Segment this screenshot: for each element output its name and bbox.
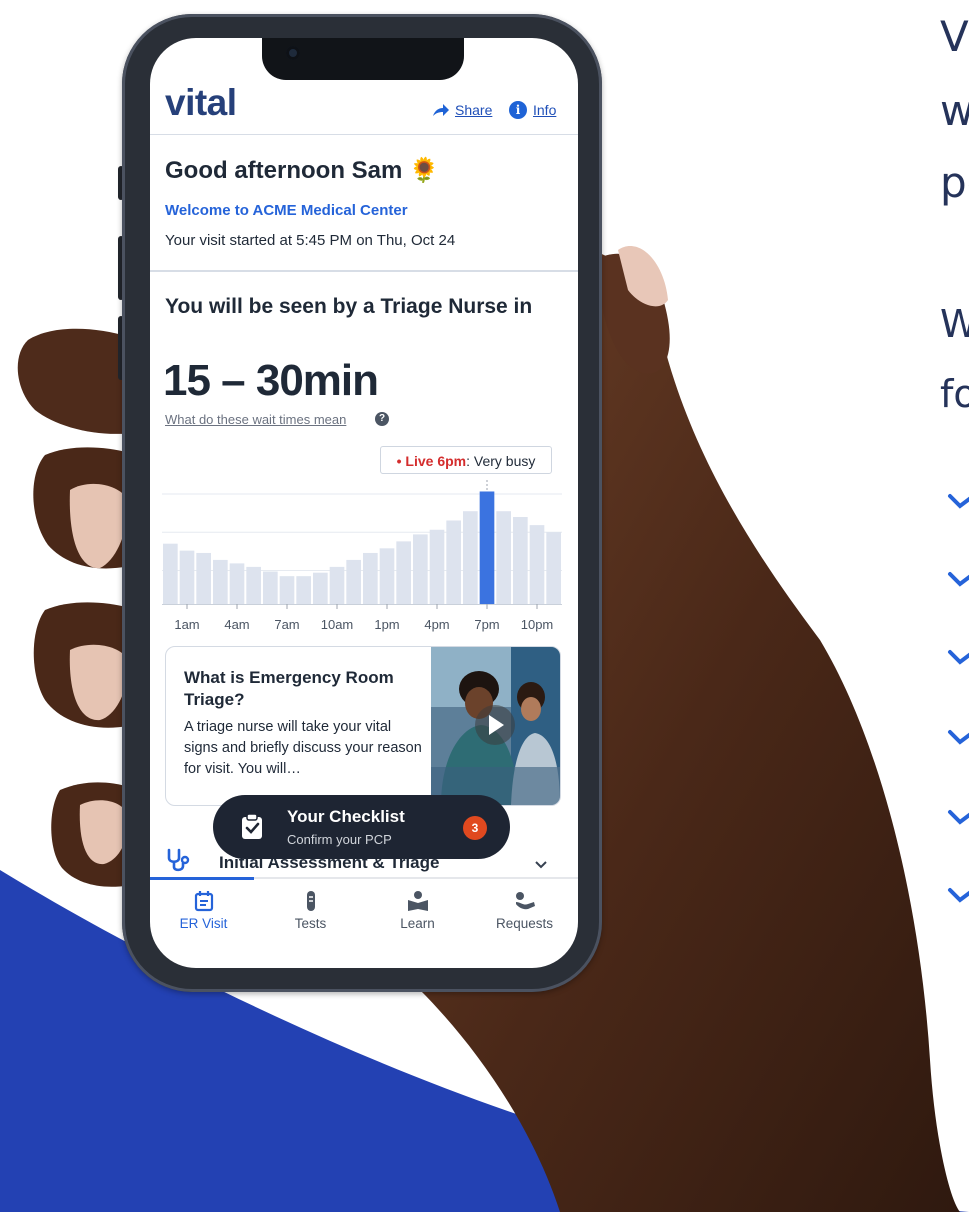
test-tube-icon — [306, 891, 315, 911]
chart-bar — [163, 543, 178, 604]
wait-heading: You will be seen by a Triage Nurse in — [165, 295, 533, 318]
phone-screen: vital Share i Info Good afternoon Sam 🌻 … — [150, 38, 578, 968]
info-icon[interactable]: i — [509, 101, 527, 119]
chart-bar — [246, 566, 261, 604]
clipboard-check-icon — [242, 813, 262, 839]
app-logo: vital — [165, 82, 237, 123]
busy-times-chart: 1am 4am 7am 10am 1pm 4pm 7pm 10pm — [162, 478, 562, 632]
calendar-icon — [194, 891, 213, 912]
reclining-person-icon — [515, 892, 535, 910]
chart-bar — [363, 552, 378, 604]
chart-bar — [413, 534, 428, 604]
chart-tick-label: 4am — [224, 617, 249, 632]
tab-label: ER Visit — [179, 916, 228, 931]
share-icon[interactable] — [432, 102, 450, 118]
chart-tick-label: 1pm — [374, 617, 399, 632]
chart-tick-label: 1am — [174, 617, 199, 632]
chart-bar — [429, 529, 445, 604]
chart-bar — [546, 532, 561, 604]
chart-tick-label: 10pm — [521, 617, 554, 632]
live-status-label: : Very busy — [466, 453, 536, 469]
welcome-text: Welcome to ACME Medical Center — [165, 202, 408, 219]
tab-requests[interactable]: Requests — [471, 884, 578, 931]
greeting-title: Good afternoon Sam 🌻 — [165, 157, 439, 184]
chart-bar — [213, 559, 228, 604]
chart-bar — [179, 550, 195, 604]
chart-bar — [396, 541, 411, 604]
tab-learn[interactable]: Learn — [364, 884, 471, 931]
wait-time-range: 15 – 30min — [163, 356, 379, 405]
book-reader-icon — [407, 891, 428, 911]
chart-tick-label: 4pm — [424, 617, 449, 632]
question-icon[interactable]: ? — [375, 412, 389, 426]
live-time-label: • Live 6pm — [396, 453, 467, 469]
card-title: What is Emergency Room Triage? — [184, 668, 394, 709]
bottom-tab-bar: ER Visit Tests Learn Requests — [150, 884, 578, 944]
stethoscope-icon — [166, 848, 190, 879]
chart-bar — [513, 517, 528, 604]
tab-active-indicator — [150, 877, 254, 880]
checklist-subtitle: Confirm your PCP — [287, 832, 392, 847]
chart-tick-label: 10am — [321, 617, 354, 632]
chart-bar — [446, 520, 461, 604]
checklist-count-badge: 3 — [463, 816, 487, 840]
wait-times-help-link[interactable]: What do these wait times mean — [165, 412, 346, 427]
share-link[interactable]: Share — [455, 102, 492, 118]
chart-bar — [329, 566, 345, 604]
chart-tick-label: 7am — [274, 617, 299, 632]
chart-bar — [496, 511, 511, 604]
chart-bar — [263, 571, 278, 604]
chart-bar — [279, 576, 295, 604]
checklist-button[interactable]: Your Checklist Confirm your PCP 3 — [213, 795, 510, 859]
chart-bar — [479, 491, 495, 604]
chart-tick-label: 7pm — [474, 617, 499, 632]
chart-bar — [296, 576, 311, 604]
header-divider — [150, 134, 578, 135]
section-divider — [150, 270, 578, 272]
chart-bar — [463, 511, 478, 604]
tab-er-visit[interactable]: ER Visit — [150, 884, 257, 931]
chart-bar — [529, 525, 545, 604]
chart-bar — [379, 548, 395, 604]
chart-bar — [313, 572, 328, 604]
tab-tests[interactable]: Tests — [257, 884, 364, 931]
live-busy-tooltip: • Live 6pm: Very busy — [380, 446, 552, 474]
camera-icon — [286, 46, 300, 60]
tab-label: Tests — [294, 916, 327, 931]
tab-label: Learn — [400, 916, 435, 931]
chart-bar — [346, 559, 361, 604]
triage-video-thumbnail[interactable] — [431, 647, 560, 805]
chart-bar — [196, 552, 211, 604]
chart-bar — [229, 563, 245, 604]
card-body: A triage nurse will take your vital sign… — [184, 719, 422, 777]
info-link[interactable]: Info — [533, 102, 556, 118]
tab-label: Requests — [495, 916, 554, 931]
triage-info-card[interactable]: What is Emergency Room Triage? A triage … — [165, 646, 561, 806]
visit-start-text: Your visit started at 5:45 PM on Thu, Oc… — [165, 232, 456, 249]
checklist-title: Your Checklist — [287, 807, 405, 826]
chevron-down-icon[interactable] — [534, 860, 548, 870]
